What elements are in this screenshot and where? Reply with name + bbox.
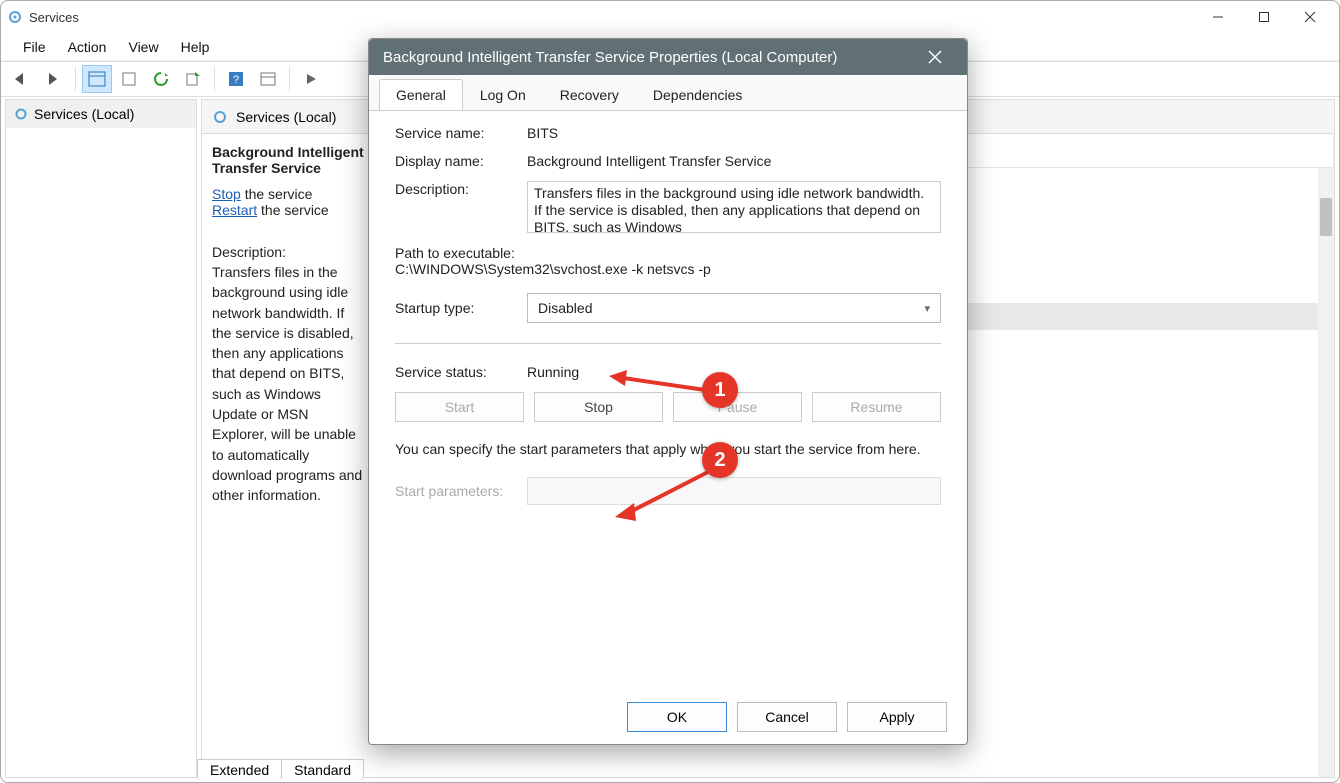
- gear-icon: [14, 107, 28, 121]
- menu-help[interactable]: Help: [171, 37, 220, 57]
- annotation-callout-2: 2: [702, 442, 738, 478]
- minimize-button[interactable]: [1195, 2, 1241, 32]
- dialog-body: Service name: BITS Display name: Backgro…: [369, 110, 967, 690]
- start-button[interactable]: Start: [395, 392, 524, 422]
- tab-standard[interactable]: Standard: [281, 759, 364, 780]
- value-path: C:\WINDOWS\System32\svchost.exe -k netsv…: [395, 261, 941, 277]
- label-service-name: Service name:: [395, 125, 527, 141]
- chevron-down-icon: ▾: [924, 302, 930, 315]
- tab-recovery[interactable]: Recovery: [543, 79, 636, 111]
- scrollbar[interactable]: [1318, 168, 1334, 777]
- stop-service-line: Stop the service: [212, 186, 364, 202]
- toolbar-console-icon[interactable]: [253, 65, 283, 93]
- dialog-tabs: General Log On Recovery Dependencies: [369, 75, 967, 111]
- scroll-thumb[interactable]: [1320, 198, 1332, 236]
- menu-action[interactable]: Action: [58, 37, 117, 57]
- value-service-status: Running: [527, 364, 941, 380]
- annotation-arrow-2: [610, 465, 720, 525]
- action-pane: Background Intelligent Transfer Service …: [202, 134, 374, 777]
- description-text: Transfers files in the background using …: [212, 262, 364, 506]
- ok-button[interactable]: OK: [627, 702, 727, 732]
- label-display-name: Display name:: [395, 153, 527, 169]
- toolbar-detail-icon[interactable]: [82, 65, 112, 93]
- label-description: Description:: [395, 181, 527, 233]
- dialog-footer: OK Cancel Apply: [369, 690, 967, 744]
- close-button[interactable]: [1287, 2, 1333, 32]
- startup-type-select[interactable]: Disabled ▾: [527, 293, 941, 323]
- bottom-tabs: Extended Standard: [197, 756, 363, 782]
- tree-pane: Services (Local): [5, 99, 197, 778]
- stop-link[interactable]: Stop: [212, 186, 241, 202]
- value-description[interactable]: Transfers files in the background using …: [527, 181, 941, 233]
- tab-general[interactable]: General: [379, 79, 463, 111]
- toolbar-refresh-icon[interactable]: [146, 65, 176, 93]
- annotation-arrow-1: [605, 370, 715, 400]
- toolbar-properties-icon[interactable]: [114, 65, 144, 93]
- selected-service-title: Background Intelligent Transfer Service: [212, 144, 364, 176]
- tab-logon[interactable]: Log On: [463, 79, 543, 111]
- tree-item-label: Services (Local): [34, 106, 134, 122]
- value-display-name: Background Intelligent Transfer Service: [527, 153, 941, 169]
- window-title: Services: [29, 10, 79, 25]
- menu-view[interactable]: View: [118, 37, 168, 57]
- maximize-button[interactable]: [1241, 2, 1287, 32]
- services-icon: [7, 9, 23, 25]
- menu-file[interactable]: File: [13, 37, 56, 57]
- restart-service-line: Restart the service: [212, 202, 364, 218]
- annotation-callout-1: 1: [702, 372, 738, 408]
- apply-button[interactable]: Apply: [847, 702, 947, 732]
- detail-header-label: Services (Local): [236, 109, 336, 125]
- start-params-input: [527, 477, 941, 505]
- titlebar: Services: [1, 1, 1339, 33]
- label-service-status: Service status:: [395, 364, 527, 380]
- label-start-params: Start parameters:: [395, 483, 527, 499]
- value-service-name: BITS: [527, 125, 941, 141]
- toolbar-help-icon[interactable]: ?: [221, 65, 251, 93]
- forward-button[interactable]: [39, 65, 69, 93]
- label-path: Path to executable:: [395, 245, 941, 261]
- svg-text:?: ?: [233, 74, 239, 86]
- toolbar-export-icon[interactable]: [178, 65, 208, 93]
- description-label: Description:: [212, 244, 364, 260]
- start-params-note: You can specify the start parameters tha…: [395, 440, 941, 459]
- dialog-title: Background Intelligent Transfer Service …: [383, 49, 837, 66]
- label-startup-type: Startup type:: [395, 300, 527, 316]
- toolbar-play-icon[interactable]: [296, 65, 326, 93]
- tab-dependencies[interactable]: Dependencies: [636, 79, 760, 111]
- dialog-close-button[interactable]: [917, 39, 953, 75]
- startup-type-value: Disabled: [538, 300, 592, 316]
- back-button[interactable]: [7, 65, 37, 93]
- restart-link[interactable]: Restart: [212, 202, 257, 218]
- gear-icon: [212, 109, 228, 125]
- tree-item-services-local[interactable]: Services (Local): [6, 100, 196, 128]
- resume-button[interactable]: Resume: [812, 392, 941, 422]
- tab-extended[interactable]: Extended: [197, 759, 282, 780]
- cancel-button[interactable]: Cancel: [737, 702, 837, 732]
- dialog-titlebar: Background Intelligent Transfer Service …: [369, 39, 967, 75]
